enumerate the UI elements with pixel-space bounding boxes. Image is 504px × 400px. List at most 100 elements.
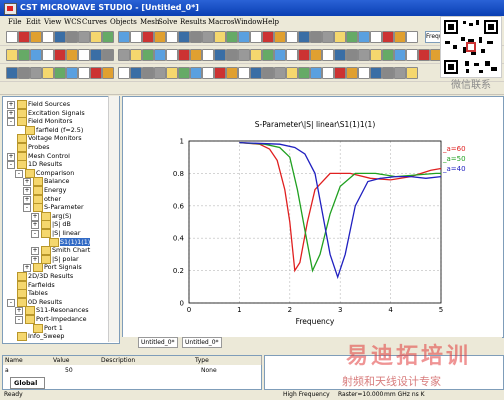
- menu-view[interactable]: View: [44, 18, 61, 26]
- toolbar-button-icon[interactable]: [42, 49, 54, 61]
- toolbar-button-icon[interactable]: [214, 49, 226, 61]
- toolbar-button-icon[interactable]: [250, 31, 262, 43]
- toolbar-button-icon[interactable]: [54, 49, 66, 61]
- toolbar-button-icon[interactable]: [250, 49, 262, 61]
- toolbar-button-icon[interactable]: [166, 31, 178, 43]
- toolbar-button-icon[interactable]: [274, 49, 286, 61]
- toolbar-button-icon[interactable]: [154, 49, 166, 61]
- toolbar-button-icon[interactable]: [54, 31, 66, 43]
- expand-icon[interactable]: +: [15, 307, 23, 316]
- toolbar-button-icon[interactable]: [166, 49, 178, 61]
- toolbar-button-icon[interactable]: [154, 67, 166, 79]
- expand-icon[interactable]: +: [7, 109, 15, 118]
- toolbar-button-icon[interactable]: [262, 67, 274, 79]
- tab-untitled-1[interactable]: Untitled_0*: [138, 337, 178, 348]
- collapse-icon[interactable]: -: [31, 230, 39, 238]
- toolbar-button-icon[interactable]: [142, 67, 154, 79]
- toolbar-button-icon[interactable]: [382, 67, 394, 79]
- toolbar-button-icon[interactable]: [334, 49, 346, 61]
- menu-file[interactable]: File: [8, 18, 21, 26]
- toolbar-button-icon[interactable]: [334, 31, 346, 43]
- menu-mesh[interactable]: Mesh: [140, 18, 159, 26]
- col-description-header[interactable]: Description: [99, 356, 194, 365]
- toolbar-button-icon[interactable]: [274, 31, 286, 43]
- toolbar-button-icon[interactable]: [154, 31, 166, 43]
- toolbar-button-icon[interactable]: [142, 31, 154, 43]
- toolbar-button-icon[interactable]: [102, 67, 114, 79]
- toolbar-button-icon[interactable]: [238, 31, 250, 43]
- toolbar-button-icon[interactable]: [214, 67, 226, 79]
- toolbar-button-icon[interactable]: [286, 67, 298, 79]
- collapse-icon[interactable]: -: [15, 169, 23, 178]
- toolbar-button-icon[interactable]: [298, 67, 310, 79]
- expand-icon[interactable]: +: [31, 212, 39, 221]
- expand-icon[interactable]: +: [31, 247, 39, 256]
- collapse-icon[interactable]: -: [7, 118, 15, 127]
- expand-icon[interactable]: +: [23, 195, 31, 204]
- toolbar-button-icon[interactable]: [358, 49, 370, 61]
- menu-objects[interactable]: Objects: [110, 18, 137, 26]
- toolbar-button-icon[interactable]: [370, 49, 382, 61]
- toolbar-button-icon[interactable]: [54, 67, 66, 79]
- toolbar-button-icon[interactable]: [406, 49, 418, 61]
- toolbar-button-icon[interactable]: [346, 31, 358, 43]
- param-type-cell[interactable]: None: [199, 366, 251, 375]
- toolbar-button-icon[interactable]: [358, 67, 370, 79]
- toolbar-button-icon[interactable]: [406, 31, 418, 43]
- collapse-icon[interactable]: -: [7, 298, 15, 307]
- toolbar-button-icon[interactable]: [190, 67, 202, 79]
- toolbar-button-icon[interactable]: [406, 67, 418, 79]
- global-tab[interactable]: Global: [10, 377, 45, 389]
- toolbar-button-icon[interactable]: [178, 49, 190, 61]
- toolbar-button-icon[interactable]: [394, 31, 406, 43]
- menu-results[interactable]: Results: [180, 18, 206, 26]
- toolbar-button-icon[interactable]: [370, 31, 382, 43]
- toolbar-button-icon[interactable]: [30, 49, 42, 61]
- toolbar-button-icon[interactable]: [322, 49, 334, 61]
- menu-edit[interactable]: Edit: [26, 18, 41, 26]
- toolbar-button-icon[interactable]: [226, 31, 238, 43]
- toolbar-button-icon[interactable]: [66, 49, 78, 61]
- toolbar-button-icon[interactable]: [262, 31, 274, 43]
- toolbar-button-icon[interactable]: [310, 67, 322, 79]
- toolbar-button-icon[interactable]: [238, 67, 250, 79]
- toolbar-button-icon[interactable]: [370, 67, 382, 79]
- col-type-header[interactable]: Type: [193, 356, 262, 365]
- toolbar-button-icon[interactable]: [90, 31, 102, 43]
- toolbar-button-icon[interactable]: [190, 31, 202, 43]
- toolbar-button-icon[interactable]: [394, 67, 406, 79]
- toolbar-button-icon[interactable]: [66, 67, 78, 79]
- col-name-header[interactable]: Name: [3, 356, 52, 365]
- toolbar-button-icon[interactable]: [130, 49, 142, 61]
- toolbar-button-icon[interactable]: [382, 49, 394, 61]
- menu-solve[interactable]: Solve: [158, 18, 177, 26]
- toolbar-button-icon[interactable]: [6, 49, 18, 61]
- toolbar-button-icon[interactable]: [178, 67, 190, 79]
- menu-curves[interactable]: Curves: [82, 18, 107, 26]
- toolbar-button-icon[interactable]: [226, 67, 238, 79]
- toolbar-button-icon[interactable]: [250, 67, 262, 79]
- toolbar-button-icon[interactable]: [382, 31, 394, 43]
- toolbar-button-icon[interactable]: [30, 31, 42, 43]
- toolbar-button-icon[interactable]: [102, 31, 114, 43]
- param-name-cell[interactable]: a: [3, 366, 51, 375]
- toolbar-button-icon[interactable]: [90, 49, 102, 61]
- expand-icon[interactable]: +: [7, 101, 15, 109]
- toolbar-button-icon[interactable]: [274, 67, 286, 79]
- toolbar-button-icon[interactable]: [18, 31, 30, 43]
- collapse-icon[interactable]: -: [23, 204, 31, 213]
- toolbar-button-icon[interactable]: [262, 49, 274, 61]
- toolbar-button-icon[interactable]: [118, 49, 130, 61]
- toolbar-button-icon[interactable]: [226, 49, 238, 61]
- tree-scrollbar[interactable]: [108, 96, 119, 342]
- toolbar-button-icon[interactable]: [298, 31, 310, 43]
- collapse-icon[interactable]: -: [7, 161, 15, 170]
- toolbar-button-icon[interactable]: [18, 67, 30, 79]
- toolbar-button-icon[interactable]: [78, 67, 90, 79]
- toolbar-button-icon[interactable]: [6, 67, 18, 79]
- toolbar-button-icon[interactable]: [286, 31, 298, 43]
- toolbar-button-icon[interactable]: [202, 49, 214, 61]
- toolbar-button-icon[interactable]: [178, 31, 190, 43]
- toolbar-button-icon[interactable]: [142, 49, 154, 61]
- menu-help[interactable]: Help: [262, 18, 279, 26]
